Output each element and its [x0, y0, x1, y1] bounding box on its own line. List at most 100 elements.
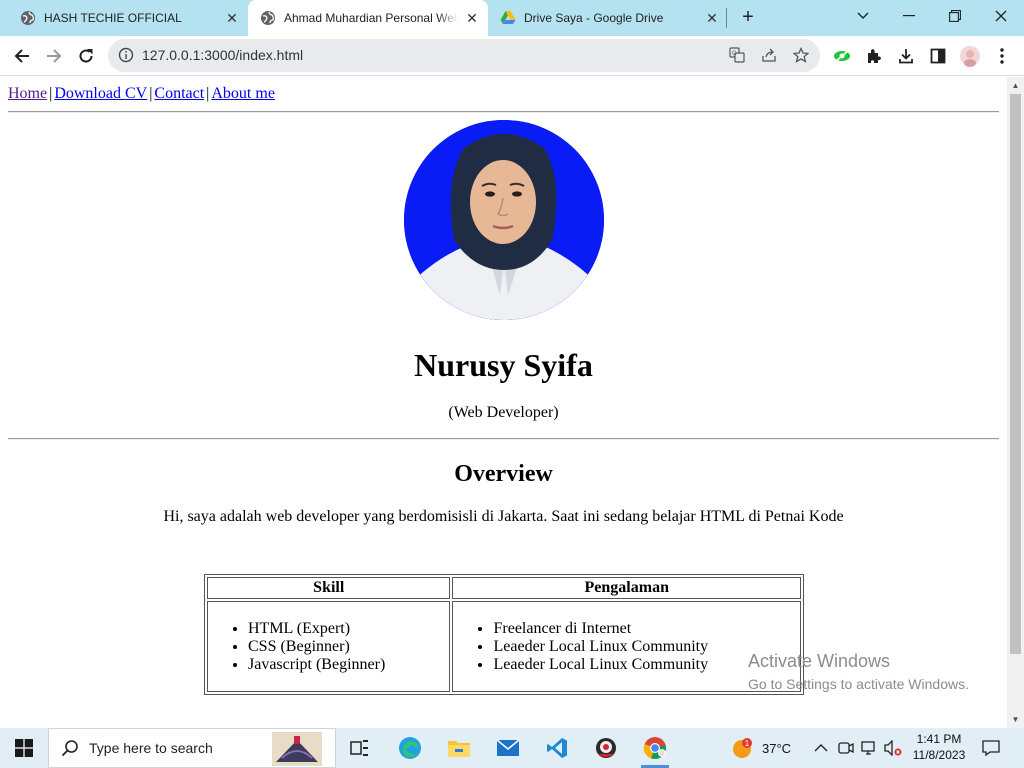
site-nav: Home | Download CV | Contact | About me — [8, 85, 275, 103]
skill-cell: HTML (Expert) CSS (Beginner) Javascript … — [207, 601, 451, 692]
overview-paragraph: Hi, saya adalah web developer yang berdo… — [163, 508, 844, 525]
info-icon[interactable] — [118, 47, 134, 63]
nav-separator: | — [149, 85, 153, 102]
list-item: Freelancer di Internet — [493, 620, 800, 638]
volume-icon[interactable] — [884, 728, 902, 768]
app-icon — [596, 738, 616, 758]
tab-strip: HASH TECHIE OFFICIAL ✕ Ahmad Muhardian P… — [0, 0, 1024, 36]
notification-icon — [982, 740, 1000, 757]
weather-widget[interactable]: 1 37°C — [730, 728, 791, 768]
google-drive-icon — [500, 10, 516, 26]
translate-icon[interactable]: G — [728, 46, 746, 64]
tab-search-button[interactable] — [840, 0, 886, 32]
arrow-right-icon — [47, 49, 62, 63]
chrome-app[interactable] — [631, 728, 679, 768]
skill-list: HTML (Expert) CSS (Beginner) Javascript … — [208, 620, 449, 674]
close-icon — [995, 10, 1007, 22]
tab-separator — [726, 8, 727, 28]
reload-button[interactable] — [73, 44, 99, 68]
extension-eye-icon[interactable] — [829, 44, 855, 68]
weather-badge: 1 — [745, 739, 750, 748]
extensions-puzzle-icon[interactable] — [861, 44, 887, 68]
edge-app[interactable] — [386, 728, 434, 768]
windows-logo-icon — [15, 739, 33, 757]
minimize-button[interactable] — [886, 0, 932, 32]
nav-link-contact[interactable]: Contact — [154, 85, 204, 102]
side-panel-icon[interactable] — [925, 44, 951, 68]
notifications-button[interactable] — [982, 728, 1000, 768]
close-tab-icon[interactable]: ✕ — [704, 10, 720, 26]
tab-title: Drive Saya - Google Drive — [524, 11, 664, 25]
browser-toolbar: 127.0.0.1:3000/index.html G — [0, 36, 1024, 76]
nav-separator: | — [49, 85, 53, 102]
vscode-icon — [547, 738, 567, 758]
nav-link-home[interactable]: Home — [8, 85, 47, 102]
page-scrollbar[interactable]: ▲ ▼ — [1007, 77, 1024, 728]
table-header-skill: Skill — [207, 577, 451, 599]
profile-avatar[interactable] — [957, 44, 983, 68]
nav-link-download-cv[interactable]: Download CV — [54, 85, 147, 102]
profile-name: Nurusy Syifa — [414, 347, 593, 383]
restore-icon — [949, 10, 961, 22]
chrome-icon — [643, 737, 666, 760]
taskbar-search-box[interactable]: Type here to search — [48, 728, 336, 768]
start-button[interactable] — [0, 728, 48, 768]
reload-icon — [79, 49, 93, 63]
clock-date: 11/8/2023 — [912, 748, 966, 762]
vscode-app[interactable] — [533, 728, 581, 768]
close-tab-icon[interactable]: ✕ — [464, 10, 480, 26]
network-icon[interactable] — [861, 728, 879, 768]
divider — [8, 438, 999, 440]
nav-link-about-me[interactable]: About me — [211, 85, 275, 102]
table-row: HTML (Expert) CSS (Beginner) Javascript … — [207, 601, 801, 692]
new-tab-button[interactable]: + — [737, 6, 759, 28]
weather-sun-icon: 1 — [733, 738, 752, 758]
watermark-subtitle: Go to Settings to activate Windows. — [748, 676, 969, 692]
skills-table: Skill Pengalaman HTML (Expert) CSS (Begi… — [204, 574, 804, 695]
list-item: HTML (Expert) — [248, 620, 449, 638]
restore-button[interactable] — [932, 0, 978, 32]
table-header-experience: Pengalaman — [452, 577, 801, 599]
system-clock[interactable]: 1:41 PM 11/8/2023 — [902, 731, 976, 763]
tab-hash-techie[interactable]: HASH TECHIE OFFICIAL ✕ — [8, 0, 248, 36]
forward-button[interactable] — [41, 44, 67, 68]
search-highlight-image[interactable] — [272, 732, 322, 766]
tab-google-drive[interactable]: Drive Saya - Google Drive ✕ — [488, 0, 728, 36]
back-button[interactable] — [9, 44, 35, 68]
profile-role: (Web Developer) — [448, 404, 559, 421]
download-icon[interactable] — [893, 44, 919, 68]
show-hidden-icons[interactable] — [814, 728, 828, 768]
tab-title: Ahmad Muhardian Personal Website — [284, 11, 458, 25]
tab-personal-website[interactable]: Ahmad Muhardian Personal Website ✕ — [248, 0, 488, 36]
task-view-button[interactable] — [336, 728, 384, 768]
url-text: 127.0.0.1:3000/index.html — [142, 47, 304, 63]
scrollbar-thumb[interactable] — [1010, 94, 1021, 654]
taskbar: Type here to search 1 37°C 1:41 PM 11/8/… — [0, 728, 1024, 768]
tray-app-icon[interactable] — [838, 728, 854, 768]
divider — [8, 111, 999, 113]
share-icon[interactable] — [760, 46, 778, 64]
file-explorer-app[interactable] — [435, 728, 483, 768]
tab-title: HASH TECHIE OFFICIAL — [44, 11, 182, 25]
arrow-left-icon — [14, 49, 29, 63]
chevron-down-icon — [857, 12, 869, 19]
mail-app[interactable] — [484, 728, 532, 768]
address-bar[interactable]: 127.0.0.1:3000/index.html G — [108, 39, 820, 72]
close-window-button[interactable] — [978, 0, 1024, 32]
meet-now-icon — [838, 742, 854, 754]
more-menu-icon[interactable] — [989, 44, 1015, 68]
scroll-up-arrow-icon[interactable]: ▲ — [1011, 81, 1020, 90]
pinned-app[interactable] — [582, 728, 630, 768]
watermark-title: Activate Windows — [748, 651, 891, 671]
weather-temp: 37°C — [762, 740, 792, 756]
minimize-icon — [903, 15, 915, 17]
globe-icon — [260, 10, 276, 26]
close-tab-icon[interactable]: ✕ — [224, 10, 240, 26]
folder-icon — [448, 741, 470, 757]
clock-time: 1:41 PM — [916, 732, 962, 746]
network-monitor-icon — [861, 741, 875, 755]
speaker-muted-icon — [884, 740, 902, 756]
activate-windows-watermark: Activate Windows Go to Settings to activ… — [748, 651, 969, 692]
bookmark-star-icon[interactable] — [792, 46, 810, 64]
scroll-down-arrow-icon[interactable]: ▼ — [1011, 715, 1020, 724]
